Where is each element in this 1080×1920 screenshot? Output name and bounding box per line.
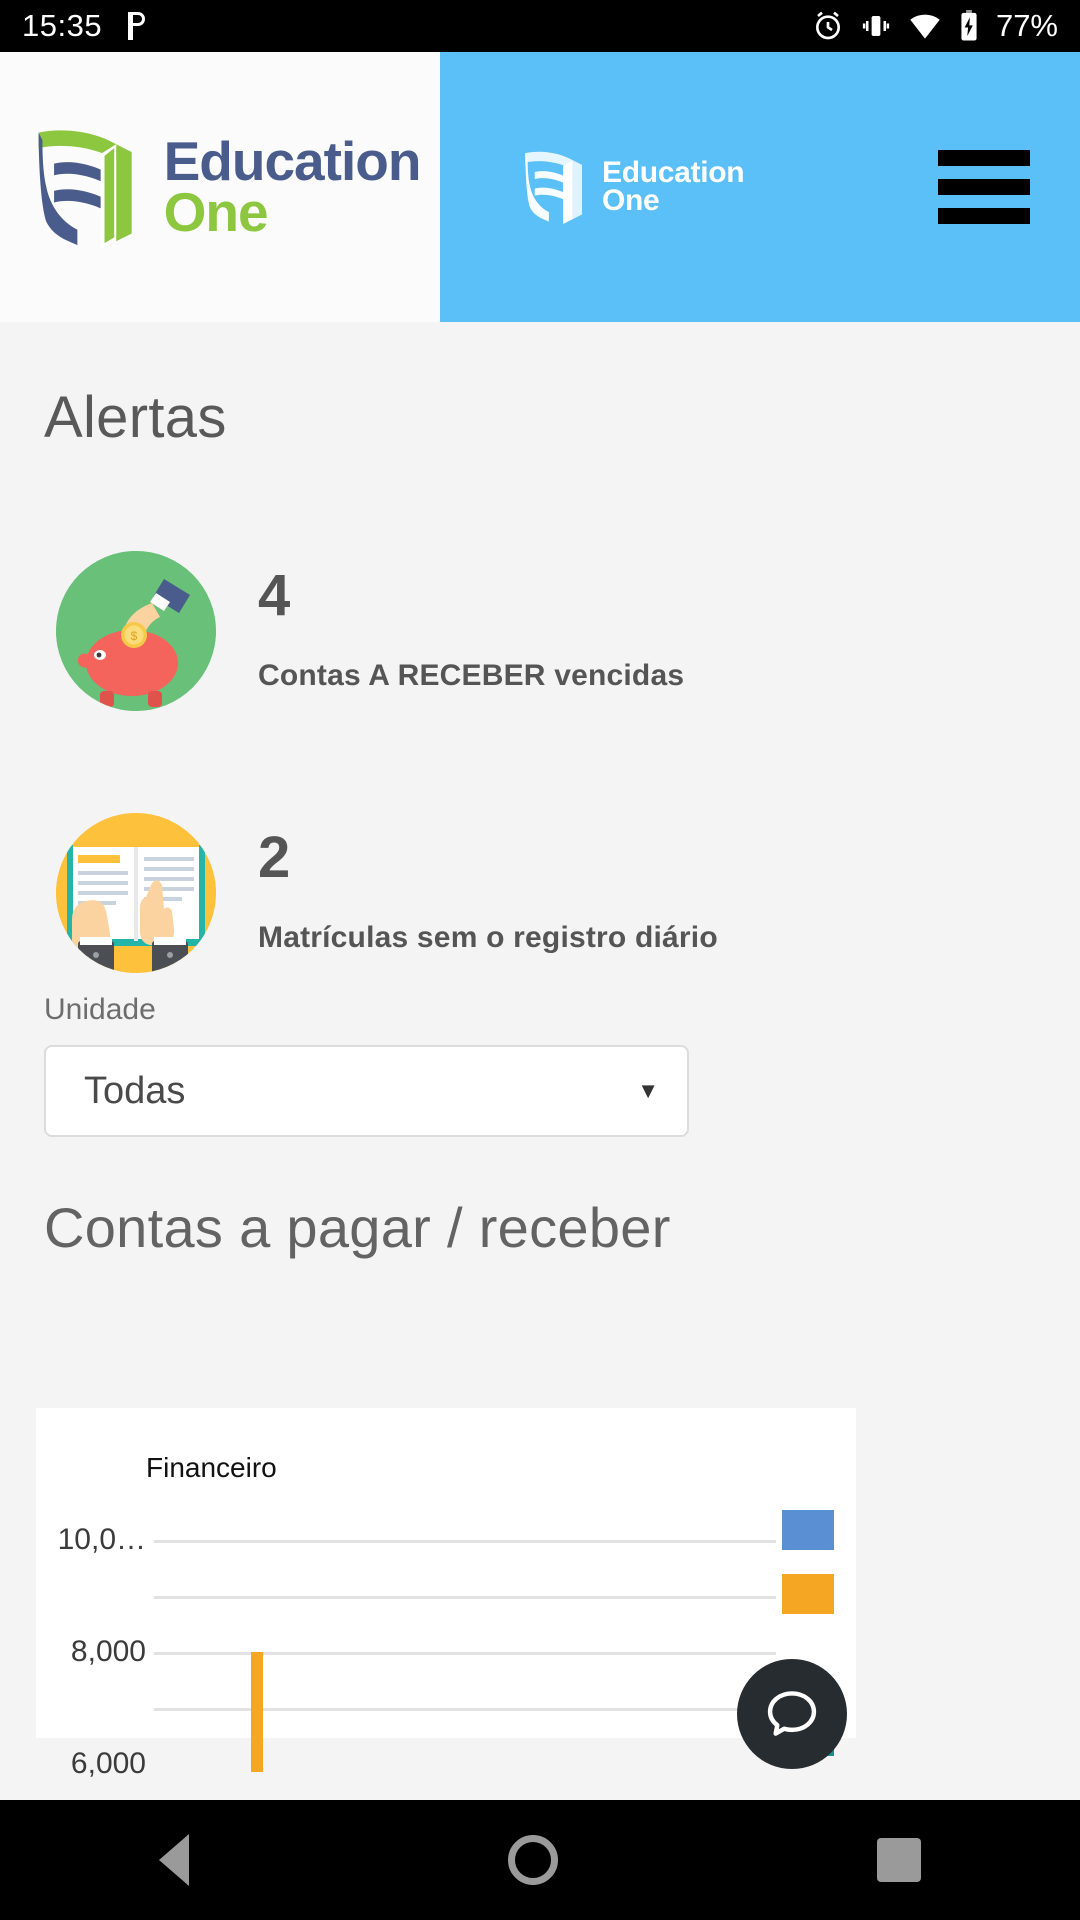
hamburger-bar [938, 150, 1030, 166]
status-bar: 15:35 77% [0, 0, 1080, 52]
pocket-casts-icon [124, 10, 150, 42]
unidade-field: Unidade Todas ▼ [0, 973, 1080, 1137]
recents-icon[interactable] [876, 1838, 921, 1882]
header-blue-panel: Education One [440, 52, 1080, 322]
app-header: Education One Education One [0, 52, 1080, 322]
unidade-label: Unidade [44, 993, 156, 1026]
alarm-icon [812, 10, 844, 42]
open-book-hands-icon [56, 813, 216, 973]
gridline [154, 1708, 776, 1711]
y-axis-tick: 6,000 [70, 1747, 146, 1780]
battery-charging-icon [959, 10, 979, 42]
legend-swatch-a-pagar[interactable] [782, 1510, 834, 1550]
unidade-select[interactable]: Todas ▼ [44, 1045, 689, 1137]
logo-secondary[interactable]: Education One [520, 146, 745, 229]
chart-title: Financeiro [146, 1452, 277, 1483]
logo-line-education: Education [163, 130, 422, 193]
battery-percent: 77% [995, 8, 1058, 43]
alert-count: 2 [258, 825, 291, 890]
vibrate-icon [861, 11, 891, 41]
gridline [154, 1652, 776, 1655]
legend-swatch-a-receber[interactable] [782, 1574, 834, 1614]
section-title-contas: Contas a pagar / receber [44, 1196, 671, 1259]
logo-line-one: One [163, 181, 269, 243]
logo-white-line-one: One [602, 184, 660, 217]
hamburger-bar [938, 179, 1030, 195]
status-system-icons: 77% [812, 8, 1058, 44]
chat-bubble-icon[interactable] [737, 1659, 847, 1769]
alert-text-block: 2 Matrículas sem o registro diário [258, 813, 718, 955]
status-time: 15:35 [22, 8, 103, 43]
logo-white-line-education: Education [602, 156, 745, 190]
financeiro-chart-card: Financeiro 10,0… 8,000 6,000 [36, 1408, 856, 1780]
brand-logo-area[interactable]: Education One [0, 52, 440, 322]
android-navigation-bar [0, 1800, 1080, 1920]
alert-item-matriculas[interactable]: 2 Matrículas sem o registro diário [0, 813, 1080, 973]
unidade-selected-value: Todas [84, 1069, 186, 1112]
y-axis-tick: 8,000 [70, 1635, 146, 1668]
hamburger-bar [938, 208, 1030, 224]
chart-bar-a-receber[interactable] [251, 1652, 263, 1772]
alert-text-block: 4 Contas A RECEBER vencidas [258, 551, 684, 693]
alert-count: 4 [258, 563, 291, 628]
page-content: Alertas $ 4 Contas A RECEBER vencidas 2 … [0, 322, 1080, 1800]
svg-text:$: $ [131, 629, 138, 643]
back-icon[interactable] [159, 1834, 190, 1886]
chart-plot-area: 10,0… 8,000 6,000 [36, 1510, 856, 1780]
alert-item-contas-receber[interactable]: $ 4 Contas A RECEBER vencidas [0, 551, 1080, 711]
home-icon[interactable] [507, 1835, 558, 1885]
shield-book-logo-icon [30, 121, 148, 254]
chevron-down-icon[interactable]: ▼ [637, 1078, 659, 1104]
status-notification-icons [124, 10, 150, 42]
wifi-icon [908, 12, 942, 40]
hamburger-menu-icon[interactable] [938, 150, 1030, 224]
alert-label: Matrículas sem o registro diário [258, 921, 718, 954]
y-axis-tick: 10,0… [57, 1523, 146, 1556]
piggy-bank-coin-icon: $ [56, 551, 216, 711]
gridline [154, 1540, 776, 1543]
shield-book-logo-white-icon [520, 146, 592, 229]
alert-label: Contas A RECEBER vencidas [258, 659, 685, 692]
gridline [154, 1596, 776, 1599]
logo-primary[interactable]: Education One [30, 121, 421, 254]
page-title: Alertas [44, 385, 227, 450]
